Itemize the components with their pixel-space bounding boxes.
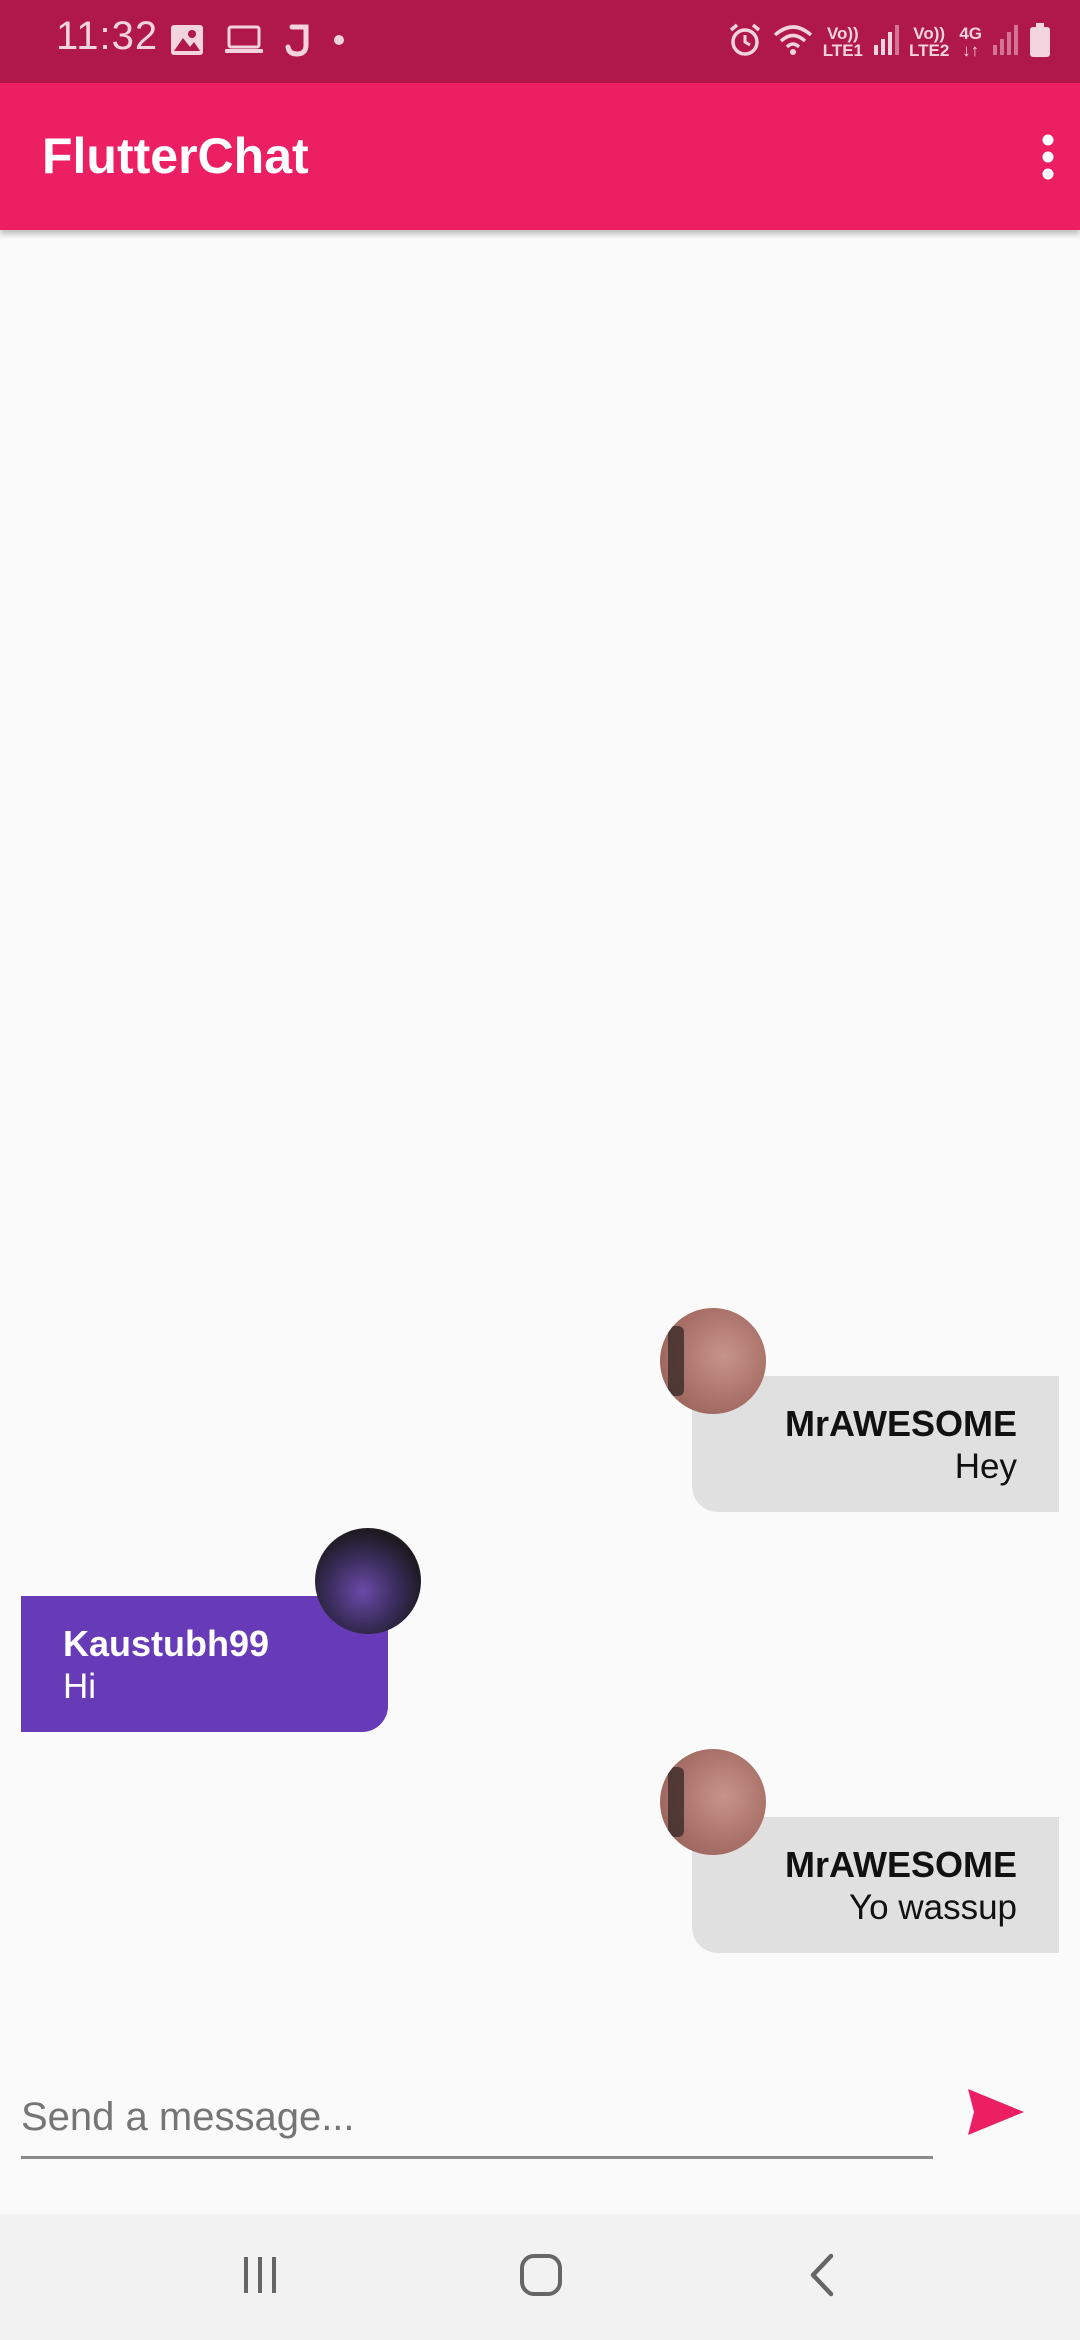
image-icon [170, 24, 204, 61]
message-text: Yo wassup [849, 1888, 1017, 1927]
avatar [660, 1308, 766, 1414]
message-username: MrAWESOME [784, 1844, 1017, 1885]
dot-icon [332, 33, 346, 52]
app-bar: FlutterChat [0, 83, 1080, 230]
alarm-icon [727, 22, 763, 63]
laptop-icon [224, 25, 264, 60]
send-icon [966, 2087, 1026, 2142]
recent-apps-button[interactable] [215, 2244, 305, 2310]
app-title: FlutterChat [42, 128, 309, 184]
signal-icon [992, 23, 1018, 62]
message-text: Hi [63, 1667, 97, 1706]
message-username: Kaustubh99 [63, 1623, 270, 1664]
home-icon [518, 2252, 564, 2303]
avatar [315, 1528, 421, 1634]
more-options-button[interactable] [1026, 119, 1070, 199]
status-time: 11:32 [56, 14, 159, 58]
more-vert-icon [1041, 134, 1055, 185]
message-input[interactable] [21, 2078, 933, 2159]
wifi-icon [773, 23, 813, 62]
back-icon [807, 2253, 837, 2302]
system-nav-bar [0, 2214, 1080, 2340]
message-username: MrAWESOME [784, 1403, 1017, 1444]
send-button[interactable] [960, 2082, 1032, 2146]
avatar [660, 1749, 766, 1855]
sim2-label: Vo)) LTE2 [909, 24, 950, 60]
back-button[interactable] [777, 2244, 867, 2310]
home-button[interactable] [496, 2244, 586, 2310]
signal-icon [873, 23, 899, 62]
sim1-label: Vo)) LTE1 [822, 24, 863, 60]
recent-apps-icon [238, 2255, 282, 2300]
status-bar: 11:32 Vo)) LTE1 Vo)) LTE2 4G ↓↑ [0, 0, 1080, 83]
network-type: 4G ↓↑ [959, 24, 982, 60]
message-composer [0, 2058, 1080, 2208]
battery-icon [1028, 22, 1052, 63]
j-app-icon [284, 23, 312, 62]
message-text: Hey [954, 1447, 1017, 1486]
